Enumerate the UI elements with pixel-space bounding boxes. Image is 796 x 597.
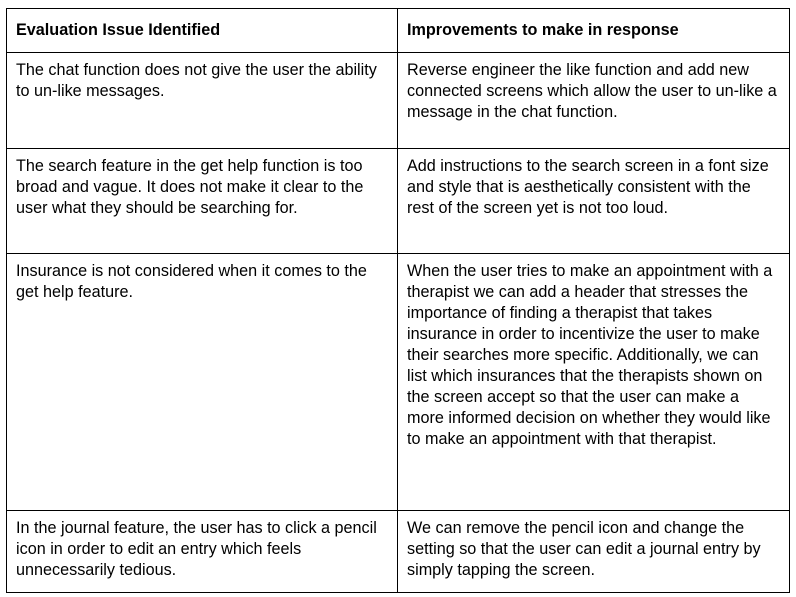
table-row: The search feature in the get help funct… [6,148,790,254]
table-row: In the journal feature, the user has to … [6,510,790,593]
header-improvements: Improvements to make in response [397,8,790,53]
evaluation-table: Evaluation Issue Identified Improvements… [6,8,790,593]
table-row: Insurance is not considered when it come… [6,253,790,511]
issue-cell: In the journal feature, the user has to … [6,510,398,593]
improvement-cell: We can remove the pencil icon and change… [397,510,790,593]
table-header-row: Evaluation Issue Identified Improvements… [6,8,790,53]
improvement-cell: Reverse engineer the like function and a… [397,52,790,149]
header-evaluation-issue: Evaluation Issue Identified [6,8,398,53]
issue-cell: The search feature in the get help funct… [6,148,398,254]
issue-cell: The chat function does not give the user… [6,52,398,149]
improvement-cell: When the user tries to make an appointme… [397,253,790,511]
table-row: The chat function does not give the user… [6,52,790,149]
issue-cell: Insurance is not considered when it come… [6,253,398,511]
improvement-cell: Add instructions to the search screen in… [397,148,790,254]
